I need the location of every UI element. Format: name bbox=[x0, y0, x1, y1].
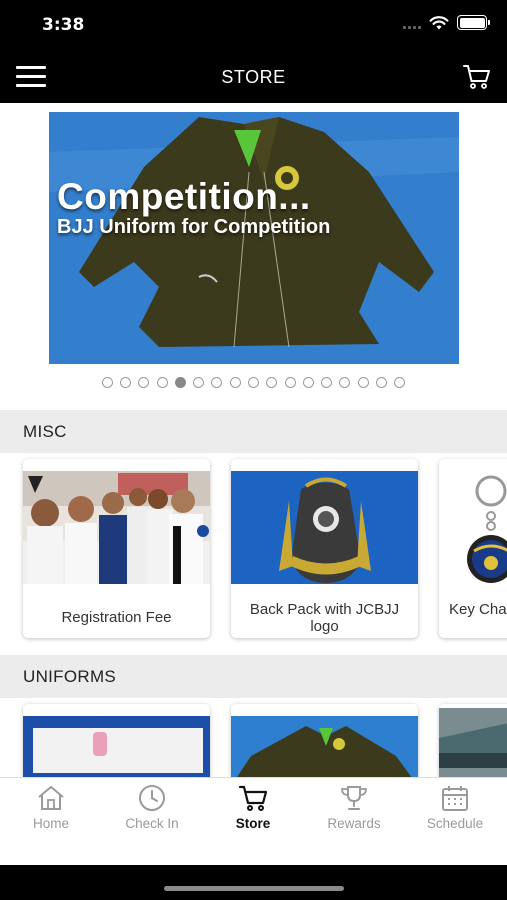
tab-schedule[interactable]: Schedule bbox=[405, 784, 505, 840]
product-card-back-pack[interactable]: Back Pack with JCBJJ logo bbox=[231, 459, 418, 638]
home-indicator-area bbox=[0, 865, 507, 900]
carousel-dot[interactable] bbox=[394, 377, 406, 388]
page-title: STORE bbox=[221, 67, 286, 87]
product-label: Back Pack with JCBJJ logo bbox=[249, 601, 400, 635]
home-indicator[interactable] bbox=[164, 886, 344, 891]
carousel-dot[interactable] bbox=[119, 377, 131, 388]
tab-label: Schedule bbox=[426, 816, 484, 831]
clock-icon bbox=[139, 785, 165, 811]
cart-icon[interactable] bbox=[463, 64, 491, 90]
section-header-uniforms: UNIFORMS bbox=[0, 655, 507, 698]
tab-check-in[interactable]: Check In bbox=[102, 784, 202, 840]
section-title: UNIFORMS bbox=[23, 667, 117, 686]
wifi-icon bbox=[429, 15, 449, 29]
carousel-dot[interactable] bbox=[339, 377, 351, 388]
trophy-icon bbox=[341, 786, 367, 810]
carousel-dot[interactable] bbox=[376, 377, 388, 388]
carousel-dot[interactable] bbox=[302, 377, 314, 388]
banner-title: Competition... bbox=[57, 176, 311, 217]
product-card-uniform-white[interactable] bbox=[23, 704, 210, 784]
nav-bar: STORE bbox=[0, 50, 507, 103]
tab-rewards[interactable]: Rewards bbox=[304, 784, 404, 840]
carousel-dot[interactable] bbox=[248, 377, 259, 388]
calendar-icon bbox=[442, 786, 468, 811]
product-image bbox=[231, 471, 418, 584]
product-image bbox=[23, 716, 210, 784]
tab-label: Store bbox=[235, 816, 271, 831]
section-header-misc: MISC bbox=[0, 410, 507, 453]
promo-banner[interactable]: Competition... BJJ Uniform for Competiti… bbox=[49, 112, 459, 364]
status-time: 3:38 bbox=[42, 15, 85, 35]
status-bar: 3:38 bbox=[0, 0, 507, 50]
product-image bbox=[23, 471, 210, 584]
tab-label: Check In bbox=[125, 816, 179, 831]
carousel-dot[interactable] bbox=[101, 377, 113, 388]
carousel-dot[interactable] bbox=[357, 377, 369, 388]
battery-icon bbox=[457, 15, 490, 30]
product-card-uniform-3[interactable] bbox=[439, 704, 507, 784]
product-image bbox=[439, 471, 507, 584]
section-title: MISC bbox=[23, 422, 67, 441]
carousel-dot[interactable] bbox=[138, 377, 150, 388]
banner-subtitle: BJJ Uniform for Competition bbox=[57, 216, 331, 238]
tab-bar: Home Check In Store Rewards Schedule bbox=[0, 777, 507, 865]
carousel-pagination bbox=[0, 377, 507, 388]
carousel-dot[interactable] bbox=[193, 377, 205, 388]
product-card-registration-fee[interactable]: Registration Fee bbox=[23, 459, 210, 638]
carousel-dot[interactable] bbox=[284, 377, 296, 388]
product-card-uniform-green[interactable] bbox=[231, 704, 418, 784]
product-label: Key Cha bbox=[449, 601, 507, 618]
product-image bbox=[231, 716, 418, 784]
carousel-dot[interactable] bbox=[321, 377, 333, 388]
carousel-dot[interactable] bbox=[211, 377, 223, 388]
product-image bbox=[439, 708, 507, 784]
carousel-dot[interactable] bbox=[229, 377, 241, 388]
carousel-dot[interactable] bbox=[174, 377, 186, 388]
cart-icon bbox=[238, 785, 268, 811]
home-icon bbox=[38, 786, 64, 810]
carousel-dot[interactable] bbox=[266, 377, 278, 388]
tab-label: Home bbox=[32, 816, 69, 831]
tab-home[interactable]: Home bbox=[1, 784, 101, 840]
carousel-dot[interactable] bbox=[156, 377, 168, 388]
product-card-key-chain[interactable]: Key Cha bbox=[439, 459, 507, 638]
tab-store[interactable]: Store bbox=[203, 784, 303, 840]
status-icons bbox=[403, 15, 490, 30]
product-label: Registration Fee bbox=[61, 609, 172, 626]
cellular-signal-icon bbox=[403, 17, 421, 29]
tab-label: Rewards bbox=[327, 816, 381, 831]
